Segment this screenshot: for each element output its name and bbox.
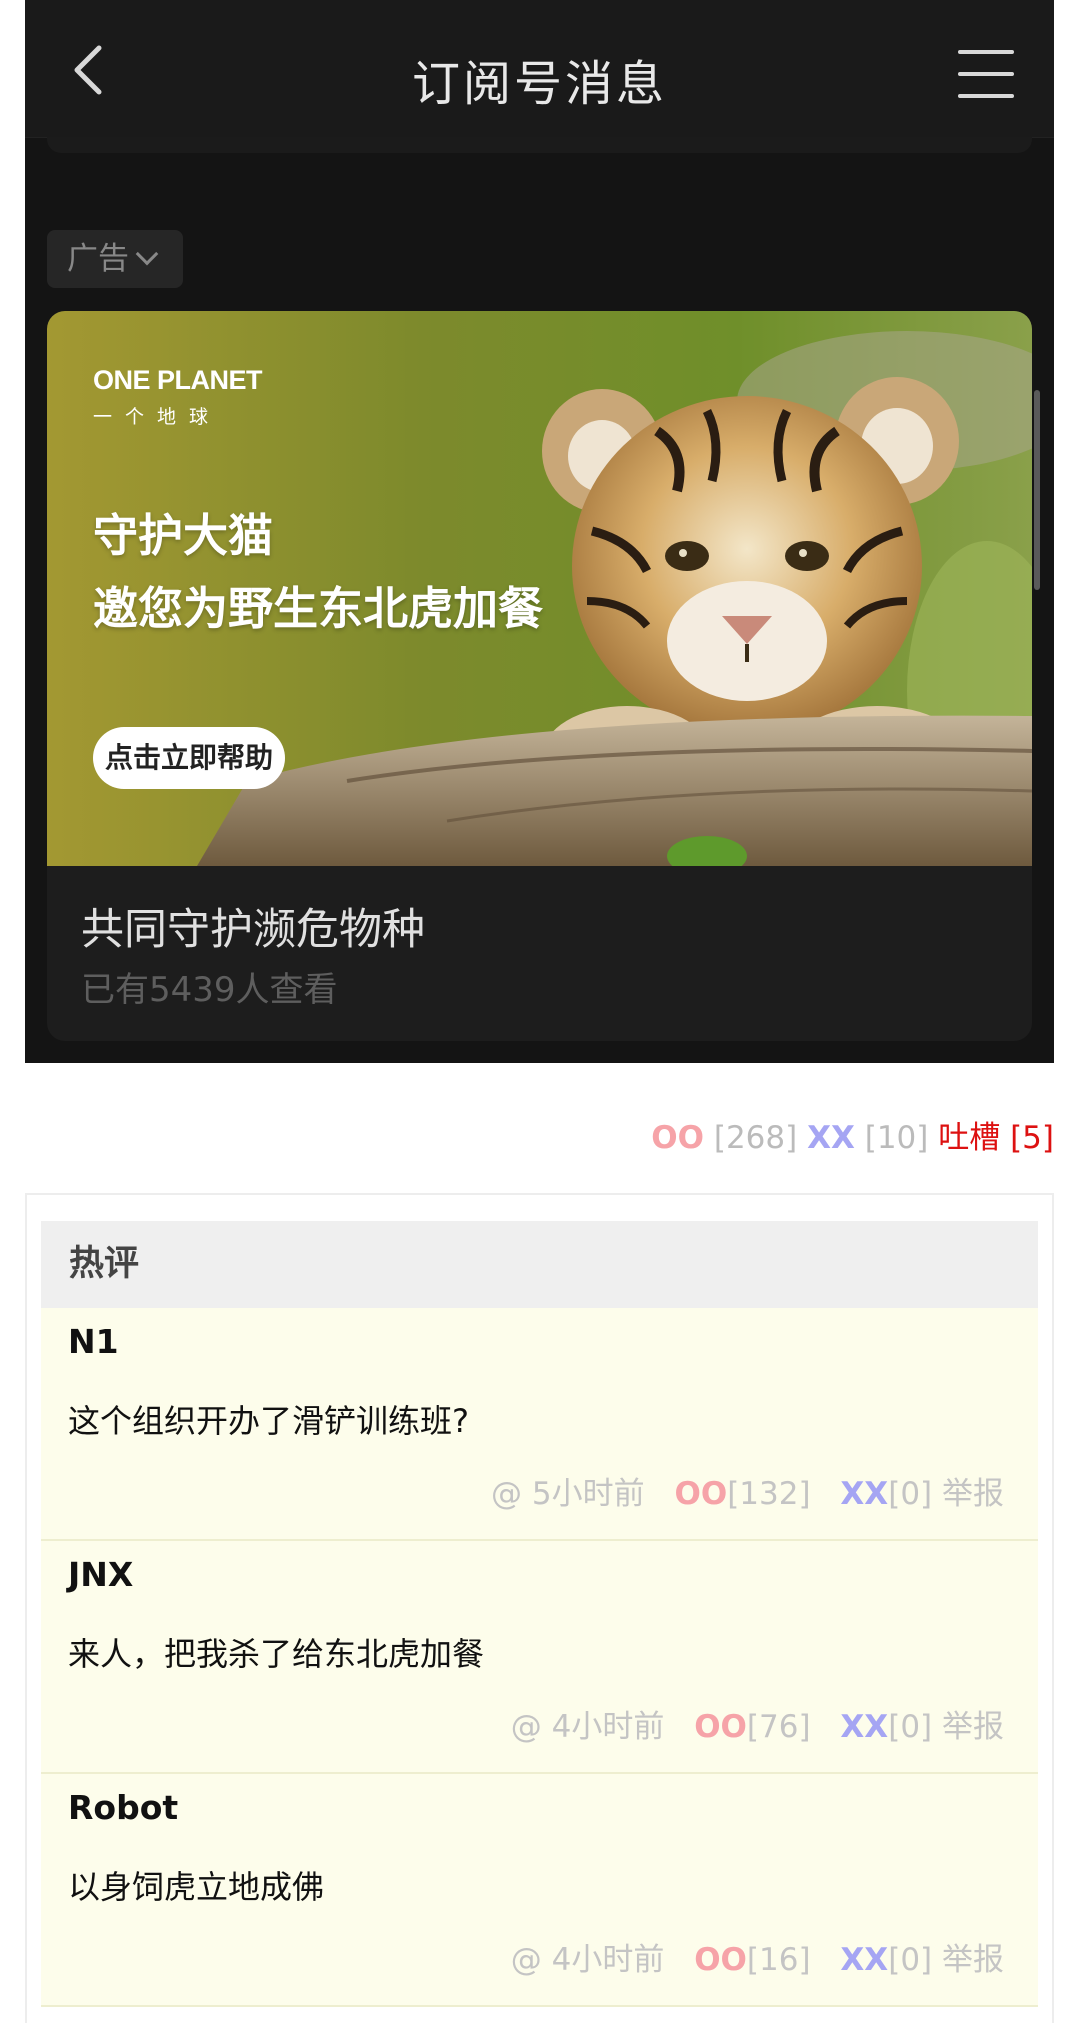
ad-card[interactable]: ONE PLANET 一个地球 守护大猫 邀您为野生东北虎加餐 点击立即帮助 共… (47, 311, 1032, 1041)
comment-meta: @ 4小时前 OO[76] XX[0] 举报 (511, 1701, 1004, 1746)
comment-oo-count: [76] (746, 1709, 811, 1745)
post-xx-button[interactable]: XX (807, 1120, 855, 1156)
comment-oo-button[interactable]: OO (694, 1709, 747, 1745)
comment-oo-button[interactable]: OO (674, 1476, 727, 1512)
comment-time: @ 5小时前 (491, 1476, 645, 1512)
comment-oo-count: [132] (727, 1476, 811, 1512)
post-xx-count: [10] (864, 1120, 929, 1156)
help-now-button[interactable]: 点击立即帮助 (93, 727, 285, 789)
ad-title: 共同守护濒危物种 (81, 905, 425, 955)
ad-view-count: 已有5439人查看 (81, 970, 338, 1010)
comment-text: 以身饲虎立地成佛 (68, 1868, 325, 1906)
report-link[interactable]: 举报 (942, 1476, 1004, 1512)
comment-oo-button[interactable]: OO (694, 1942, 747, 1978)
hamburger-menu-icon (958, 50, 1014, 54)
comment-time: @ 4小时前 (510, 1942, 665, 1978)
post-vote-bar: OO [268] XX [10] 吐槽 [5] (651, 1112, 1054, 1157)
comment-xx-button[interactable]: XX (840, 1942, 888, 1978)
comment-oo-count: [16] (746, 1942, 811, 1978)
top-nav-bar: 订阅号消息 (25, 0, 1054, 138)
comment-author: Robot (68, 1788, 179, 1827)
report-link[interactable]: 举报 (942, 1709, 1004, 1745)
comment-xx-count: [0] (888, 1942, 933, 1978)
ad-tag-dropdown[interactable]: 广告 (47, 230, 183, 288)
comment-xx-count: [0] (888, 1476, 933, 1512)
page-title: 订阅号消息 (411, 56, 667, 112)
comment-item: JNX 来人，把我杀了给东北虎加餐 @ 4小时前 OO[76] XX[0] 举报 (41, 1541, 1038, 1774)
comment-xx-button[interactable]: XX (840, 1476, 888, 1512)
previous-card-edge (47, 137, 1032, 153)
comment-text: 这个组织开办了滑铲训练班? (68, 1402, 469, 1440)
comment-author: JNX (68, 1555, 134, 1594)
ad-banner-image: ONE PLANET 一个地球 守护大猫 邀您为野生东北虎加餐 点击立即帮助 (47, 311, 1032, 866)
tucao-link[interactable]: 吐槽 [5] (938, 1120, 1054, 1156)
menu-button[interactable] (958, 50, 1014, 100)
comment-text: 来人，把我杀了给东北虎加餐 (68, 1635, 485, 1673)
comment-xx-count: [0] (888, 1709, 933, 1745)
ad-headline-line1: 守护大猫 (93, 509, 274, 562)
comment-item: Robot 以身饲虎立地成佛 @ 4小时前 OO[16] XX[0] 举报 (41, 1774, 1038, 2007)
comment-xx-button[interactable]: XX (840, 1709, 888, 1745)
brand-name-cn: 一个地球 (93, 406, 222, 428)
ad-headline: 守护大猫 邀您为野生东北虎加餐 (93, 499, 543, 645)
comment-author: N1 (68, 1322, 119, 1361)
comment-time: @ 4小时前 (510, 1709, 665, 1745)
brand-name-en: ONE PLANET (93, 365, 263, 395)
hot-comments-header: 热评 (41, 1221, 1038, 1308)
scrollbar[interactable] (1034, 390, 1040, 590)
comment-item: N1 这个组织开办了滑铲训练班? @ 5小时前 OO[132] XX[0] 举报 (41, 1308, 1038, 1541)
embedded-screenshot: 订阅号消息 广告 ONE PLANET 一个地球 守护大猫 邀您为野生东北虎加餐… (25, 0, 1054, 1063)
chevron-down-icon (135, 242, 159, 266)
hot-comments-panel: 热评 N1 这个组织开办了滑铲训练班? @ 5小时前 OO[132] XX[0]… (25, 1193, 1054, 2023)
ad-tag-label: 广告 (67, 241, 129, 277)
comment-meta: @ 5小时前 OO[132] XX[0] 举报 (491, 1468, 1004, 1513)
post-oo-button[interactable]: OO (651, 1120, 704, 1156)
ad-headline-line2: 邀您为野生东北虎加餐 (93, 582, 544, 635)
report-link[interactable]: 举报 (942, 1942, 1004, 1978)
post-oo-count: [268] (713, 1120, 798, 1156)
comment-meta: @ 4小时前 OO[16] XX[0] 举报 (511, 1934, 1004, 1979)
brand-logo: ONE PLANET 一个地球 (93, 365, 263, 429)
